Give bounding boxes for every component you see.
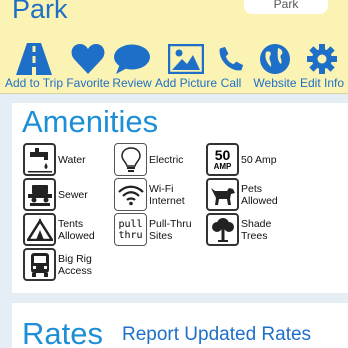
50-amp-badge-number: 50 — [214, 147, 231, 163]
page-title: Park — [12, 0, 68, 24]
tent-icon — [23, 213, 56, 246]
amenity-tents: Tents Allowed — [23, 213, 95, 246]
amenities-title: Amenities — [22, 104, 159, 139]
amenity-pets-label: Pets Allowed — [241, 182, 278, 207]
water-faucet-icon — [23, 143, 56, 176]
road-icon — [4, 42, 64, 76]
favorite-button[interactable]: Favorite — [66, 42, 110, 90]
add-picture-button[interactable]: Add Picture — [154, 42, 218, 90]
amenity-sewer: Sewer — [23, 178, 88, 211]
amenity-wifi: Wi-Fi Internet — [114, 178, 185, 211]
report-updated-rates-link[interactable]: Report Updated Rates — [122, 324, 311, 346]
amenity-big-rig: Big Rig Access — [23, 248, 92, 281]
amenity-shade-label: Shade Trees — [241, 217, 272, 242]
amenity-shade: Shade Trees — [206, 213, 271, 246]
amenity-pull-thru: pull thru Pull-Thru Sites — [114, 213, 192, 246]
lightbulb-icon — [114, 143, 147, 176]
pull-thru-badge-bottom: thru — [118, 229, 143, 241]
amenity-tents-label: Tents Allowed — [58, 217, 95, 242]
amenity-water: Water — [23, 143, 86, 176]
action-toolbar: Add to Trip Favorite Review Add Picture … — [0, 36, 348, 94]
edit-info-label: Edit Info — [299, 76, 345, 90]
amenity-50-amp: 50 AMP 50 Amp — [206, 143, 277, 176]
amenity-electric: Electric — [114, 143, 183, 176]
add-to-trip-label: Add to Trip — [4, 76, 64, 90]
amenity-sewer-label: Sewer — [58, 188, 88, 201]
globe-icon — [251, 42, 299, 76]
add-to-trip-button[interactable]: Add to Trip — [4, 42, 64, 90]
amenity-pull-thru-label: Pull-Thru Sites — [149, 217, 192, 242]
call-button[interactable]: Call — [218, 42, 244, 90]
add-picture-label: Add Picture — [154, 76, 218, 90]
sewer-icon — [23, 178, 56, 211]
amenity-wifi-label: Wi-Fi Internet — [149, 182, 185, 207]
phone-icon — [218, 42, 244, 76]
amenity-50-amp-label: 50 Amp — [241, 153, 277, 166]
speech-bubble-icon — [112, 42, 152, 76]
dog-icon — [206, 178, 239, 211]
call-label: Call — [220, 76, 242, 90]
picture-icon — [154, 42, 218, 76]
header-park-button[interactable]: Park — [244, 0, 328, 14]
50-amp-icon: 50 AMP — [206, 143, 239, 176]
edit-info-button[interactable]: Edit Info — [299, 42, 345, 90]
amenity-pets: Pets Allowed — [206, 178, 278, 211]
favorite-label: Favorite — [66, 76, 110, 90]
truck-icon — [23, 248, 56, 281]
amenity-electric-label: Electric — [149, 153, 184, 166]
review-button[interactable]: Review — [112, 42, 152, 90]
heart-icon — [66, 42, 110, 76]
header-bar: Park Park — [0, 0, 348, 36]
amenity-water-label: Water — [58, 153, 86, 166]
amenity-big-rig-label: Big Rig Access — [58, 252, 92, 277]
website-label: Website — [253, 76, 297, 90]
rates-title: Rates — [22, 316, 103, 348]
tree-icon — [206, 213, 239, 246]
pull-thru-icon: pull thru — [114, 213, 147, 246]
gear-icon — [299, 42, 345, 76]
website-button[interactable]: Website — [251, 42, 299, 90]
50-amp-badge-unit: AMP — [213, 162, 232, 171]
pull-thru-badge-top: pull — [118, 218, 143, 230]
wifi-icon — [114, 178, 147, 211]
review-label: Review — [112, 76, 152, 90]
